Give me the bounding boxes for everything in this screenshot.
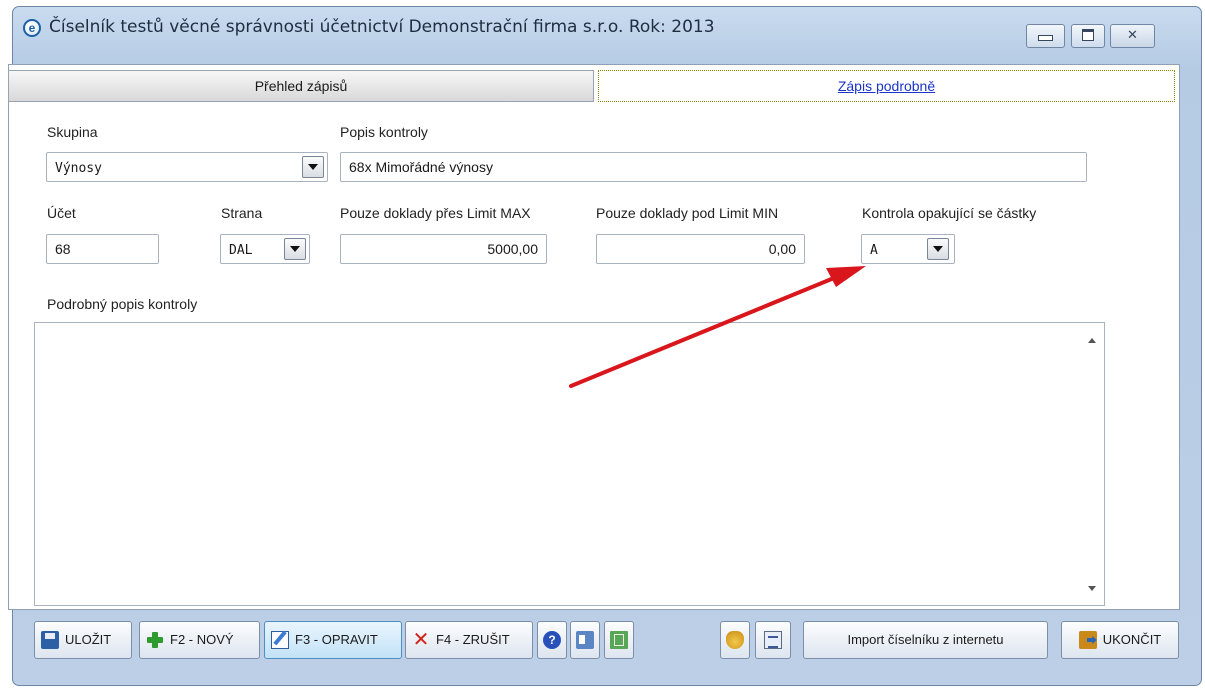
edit-icon [271,631,289,649]
save-icon [41,631,59,649]
new-label: F2 - NOVÝ [170,632,234,647]
import-button[interactable]: Import číselníku z internetu [803,621,1048,659]
strana-dropdown-button[interactable] [284,238,306,260]
edit-label: F3 - OPRAVIT [295,632,378,647]
cancel-label: F4 - ZRUŠIT [436,632,510,647]
spreadsheet-icon [610,631,628,649]
plus-icon [146,631,164,649]
popis-input[interactable]: 68x Mimořádné výnosy [340,152,1087,182]
maximize-icon [1082,29,1094,41]
tab-prehled-zapisu[interactable]: Přehled zápisů [8,70,594,102]
close-icon: ✕ [1127,27,1138,42]
edit-button[interactable]: F3 - OPRAVIT [264,621,402,659]
skupina-label: Skupina [47,124,98,140]
exit-button[interactable]: UKONČIT [1061,621,1179,659]
window-title: Číselník testů věcné správnosti účetnict… [49,17,715,37]
scroll-up-arrow-icon[interactable] [1088,338,1096,343]
cancel-x-icon: ✕ [412,629,430,651]
podrobny-popis-textarea[interactable] [34,322,1105,606]
limit-min-input[interactable]: 0,00 [596,234,805,264]
exit-door-icon [1078,631,1097,649]
save-button[interactable]: ULOŽIT [34,621,132,659]
opakujici-dropdown-button[interactable] [927,238,949,260]
help-icon: ? [543,631,561,649]
filter-button[interactable] [755,621,791,659]
money-bag-icon [726,631,744,649]
ucet-label: Účet [47,205,76,221]
limit-max-label: Pouze doklady přes Limit MAX [340,205,531,221]
limit-max-input[interactable]: 5000,00 [340,234,547,264]
strana-value: DAL [229,243,253,258]
ucet-input[interactable]: 68 [46,234,159,264]
save-label: ULOŽIT [65,632,112,647]
skupina-select[interactable]: Výnosy [46,152,328,182]
popis-label: Popis kontroly [340,124,428,140]
maximize-button[interactable] [1071,24,1105,48]
minimize-icon [1038,35,1053,41]
sheet-button[interactable] [604,621,634,659]
cancel-button[interactable]: ✕ F4 - ZRUŠIT [405,621,533,659]
tab-zapis-podrobne[interactable]: Zápis podrobně [598,70,1175,102]
help-button[interactable]: ? [537,621,567,659]
podrobny-popis-label: Podrobný popis kontroly [47,296,198,312]
skupina-dropdown-button[interactable] [302,156,324,178]
opakujici-label: Kontrola opakující se částky [862,205,1037,221]
minimize-button[interactable] [1026,24,1065,48]
close-button[interactable]: ✕ [1110,24,1155,48]
scroll-down-arrow-icon[interactable] [1088,586,1096,591]
new-button[interactable]: F2 - NOVÝ [139,621,260,659]
opakujici-value: A [870,243,878,258]
bag-button[interactable] [720,621,750,659]
card-icon [576,631,594,649]
exit-label: UKONČIT [1102,632,1162,647]
app-logo-icon: e [23,19,41,37]
strana-label: Strana [221,205,263,221]
skupina-value: Výnosy [55,161,102,176]
filter-icon [764,631,782,649]
limit-min-label: Pouze doklady pod Limit MIN [596,205,779,221]
card-button[interactable] [570,621,600,659]
title-bar[interactable]: e Číselník testů věcné správnosti účetni… [13,7,1201,51]
import-label: Import číselníku z internetu [847,632,1004,647]
